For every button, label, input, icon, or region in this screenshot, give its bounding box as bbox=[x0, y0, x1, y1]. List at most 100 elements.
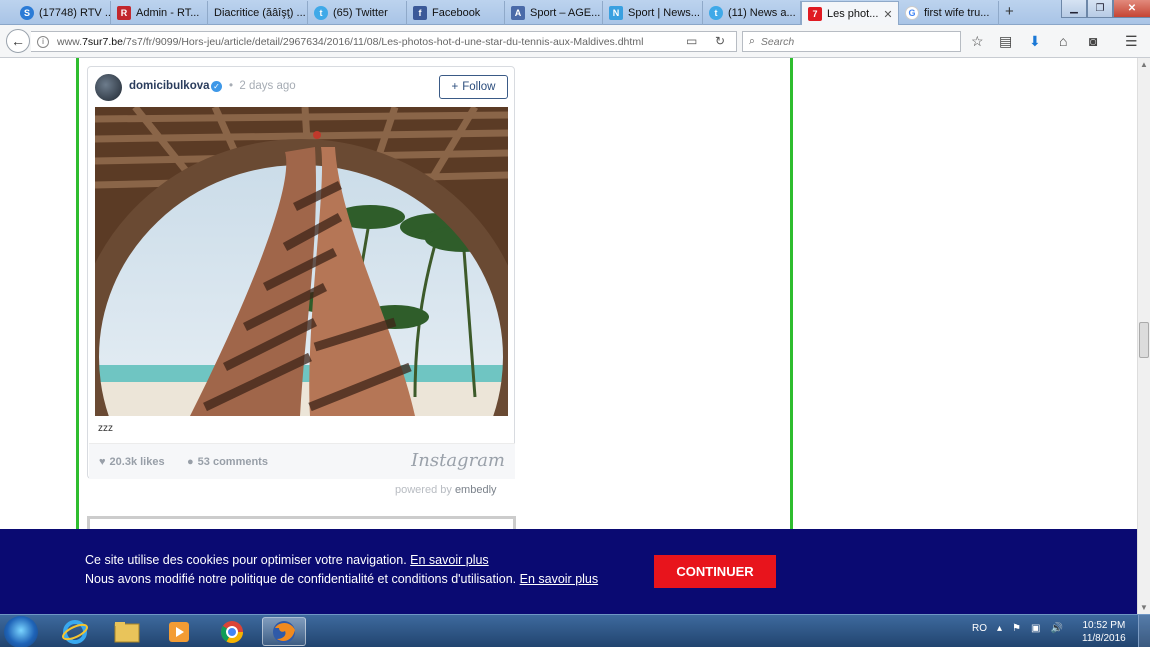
show-hidden-icons-icon[interactable]: ▴ bbox=[997, 623, 1002, 634]
start-button[interactable] bbox=[4, 616, 38, 647]
system-tray: RO ▴ ⚑ ▣ 🔊 bbox=[972, 623, 1063, 634]
url-domain: 7sur7.be bbox=[82, 35, 123, 48]
tab-agerpres[interactable]: A Sport – AGE... bbox=[505, 1, 603, 25]
continue-button[interactable]: CONTINUER bbox=[654, 555, 776, 588]
maximize-icon[interactable]: ❐ bbox=[1087, 0, 1113, 18]
clock-time: 10:52 PM bbox=[1082, 620, 1126, 631]
cookie-line-2: Nous avons modifié notre politique de co… bbox=[85, 572, 599, 586]
comments-count[interactable]: ● 53 comments bbox=[187, 456, 268, 468]
tab-label: Les phot... bbox=[827, 8, 879, 20]
username-link[interactable]: domicibulkova bbox=[129, 80, 210, 92]
menu-icon[interactable]: ☰ bbox=[1125, 33, 1138, 50]
news-icon: N bbox=[609, 6, 623, 20]
search-box[interactable]: ⌕ Search bbox=[742, 31, 961, 52]
chrome-icon[interactable] bbox=[210, 617, 254, 646]
scroll-thumb[interactable] bbox=[1139, 322, 1149, 358]
post-footer: ♥ 20.3k likes ● 53 comments Instagram bbox=[89, 443, 515, 479]
tab-strip: S (17748) RTV ... R Admin - RT... Diacri… bbox=[0, 0, 1150, 26]
close-window-icon[interactable]: ✕ bbox=[1113, 0, 1150, 18]
vertical-scrollbar[interactable]: ▲ ▼ bbox=[1137, 58, 1150, 614]
tab-label: Admin - RT... bbox=[136, 7, 200, 19]
info-icon[interactable]: i bbox=[37, 35, 49, 48]
learn-more-link[interactable]: En savoir plus bbox=[410, 553, 489, 567]
heart-icon: ♥ bbox=[99, 456, 106, 468]
powered-by-embedly[interactable]: powered by embedly bbox=[395, 484, 497, 496]
tab-sport-news[interactable]: N Sport | News... bbox=[603, 1, 703, 25]
follow-label: Follow bbox=[462, 81, 496, 93]
tab-label: (17748) RTV ... bbox=[39, 7, 111, 19]
search-placeholder: Search bbox=[760, 35, 795, 48]
reload-icon[interactable]: ↻ bbox=[715, 34, 725, 48]
tab-label: (11) News a... bbox=[728, 7, 796, 19]
7sur7-icon: 7 bbox=[808, 7, 822, 21]
back-arrow-icon: ← bbox=[11, 33, 25, 49]
rtv-icon: R bbox=[117, 6, 131, 20]
instagram-embed: domicibulkova ✓ • 2 days ago + Follow zz… bbox=[87, 66, 515, 479]
tab-label: Facebook bbox=[432, 7, 481, 19]
likes-count[interactable]: ♥ 20.3k likes bbox=[99, 456, 165, 468]
search-icon: ⌕ bbox=[749, 35, 755, 47]
url-path: /7s7/fr/9099/Hors-jeu/article/detail/296… bbox=[122, 35, 644, 48]
media-player-icon[interactable] bbox=[157, 617, 201, 646]
follow-button[interactable]: + Follow bbox=[439, 75, 508, 99]
tab-facebook[interactable]: f Facebook bbox=[407, 1, 505, 25]
new-tab-button[interactable]: + bbox=[1005, 3, 1014, 20]
language-indicator[interactable]: RO bbox=[972, 623, 987, 634]
tab-twitter[interactable]: t (65) Twitter bbox=[308, 1, 407, 25]
back-button[interactable]: ← bbox=[6, 29, 30, 53]
twitter-icon: t bbox=[314, 6, 328, 20]
taskbar: RO ▴ ⚑ ▣ 🔊 10:52 PM 11/8/2016 bbox=[0, 614, 1150, 647]
clock-date: 11/8/2016 bbox=[1082, 633, 1126, 644]
volume-icon[interactable]: 🔊 bbox=[1050, 623, 1062, 634]
tab-diacritice[interactable]: Diacritice (ăâîşţ) ... bbox=[208, 1, 308, 25]
tab-google[interactable]: G first wife tru... bbox=[899, 1, 999, 25]
cookie-line-1: Ce site utilise des cookies pour optimis… bbox=[85, 553, 489, 567]
download-icon[interactable]: ⬇ bbox=[1029, 33, 1041, 50]
facebook-icon: f bbox=[413, 6, 427, 20]
learn-more-link-2[interactable]: En savoir plus bbox=[520, 572, 599, 586]
scroll-up-icon[interactable]: ▲ bbox=[1140, 60, 1148, 69]
screen: S (17748) RTV ... R Admin - RT... Diacri… bbox=[0, 0, 1150, 647]
bookmark-star-icon[interactable]: ☆ bbox=[971, 33, 984, 50]
firefox-icon[interactable] bbox=[262, 617, 306, 646]
url-prefix: www. bbox=[57, 35, 83, 48]
plus-icon: + bbox=[451, 81, 459, 93]
scroll-down-icon[interactable]: ▼ bbox=[1140, 603, 1148, 612]
tab-news-twitter[interactable]: t (11) News a... bbox=[703, 1, 801, 25]
tab-label: Diacritice (ăâîşţ) ... bbox=[214, 7, 306, 19]
comment-icon: ● bbox=[187, 456, 194, 468]
tab-admin[interactable]: R Admin - RT... bbox=[111, 1, 208, 25]
tab-label: Sport | News... bbox=[628, 7, 700, 19]
window-controls: ▁ ❐ ✕ bbox=[1061, 0, 1150, 18]
skype-icon: S bbox=[20, 6, 34, 20]
internet-explorer-icon[interactable] bbox=[53, 617, 97, 646]
network-icon[interactable]: ▣ bbox=[1031, 623, 1040, 634]
reader-view-icon[interactable]: ▭ bbox=[686, 34, 697, 48]
cookie-banner: Ce site utilise des cookies pour optimis… bbox=[0, 529, 1137, 615]
url-bar[interactable]: i www. 7sur7.be/7s7/fr/9099/Hors-jeu/arti… bbox=[31, 31, 737, 52]
google-icon: G bbox=[905, 6, 919, 20]
post-caption: zzz bbox=[98, 423, 113, 434]
tab-label: (65) Twitter bbox=[333, 7, 388, 19]
tab-les-photos[interactable]: 7 Les phot... ✕ bbox=[801, 1, 899, 26]
action-center-flag-icon[interactable]: ⚑ bbox=[1012, 623, 1021, 634]
system-clock[interactable]: 10:52 PM 11/8/2016 bbox=[1082, 619, 1126, 645]
tab-rtv[interactable]: S (17748) RTV ... bbox=[14, 1, 111, 25]
close-tab-icon[interactable]: ✕ bbox=[883, 8, 892, 21]
home-icon[interactable]: ⌂ bbox=[1059, 33, 1067, 49]
tab-label: Sport – AGE... bbox=[530, 7, 601, 19]
navigation-bar: ← i www. 7sur7.be/7s7/fr/9099/Hors-jeu/ar… bbox=[0, 25, 1150, 58]
reading-list-icon[interactable]: ▤ bbox=[999, 33, 1012, 50]
minimize-icon[interactable]: ▁ bbox=[1061, 0, 1087, 18]
explorer-icon[interactable] bbox=[105, 617, 149, 646]
show-desktop-button[interactable] bbox=[1138, 615, 1150, 647]
tab-label: first wife tru... bbox=[924, 7, 990, 19]
post-time: • 2 days ago bbox=[229, 80, 296, 92]
verified-badge-icon: ✓ bbox=[211, 81, 222, 92]
instagram-logo[interactable]: Instagram bbox=[411, 450, 505, 471]
pocket-icon[interactable]: ◙ bbox=[1089, 33, 1097, 49]
avatar[interactable] bbox=[95, 74, 122, 101]
twitter-icon: t bbox=[709, 6, 723, 20]
agerpres-icon: A bbox=[511, 6, 525, 20]
post-photo[interactable] bbox=[95, 107, 508, 416]
